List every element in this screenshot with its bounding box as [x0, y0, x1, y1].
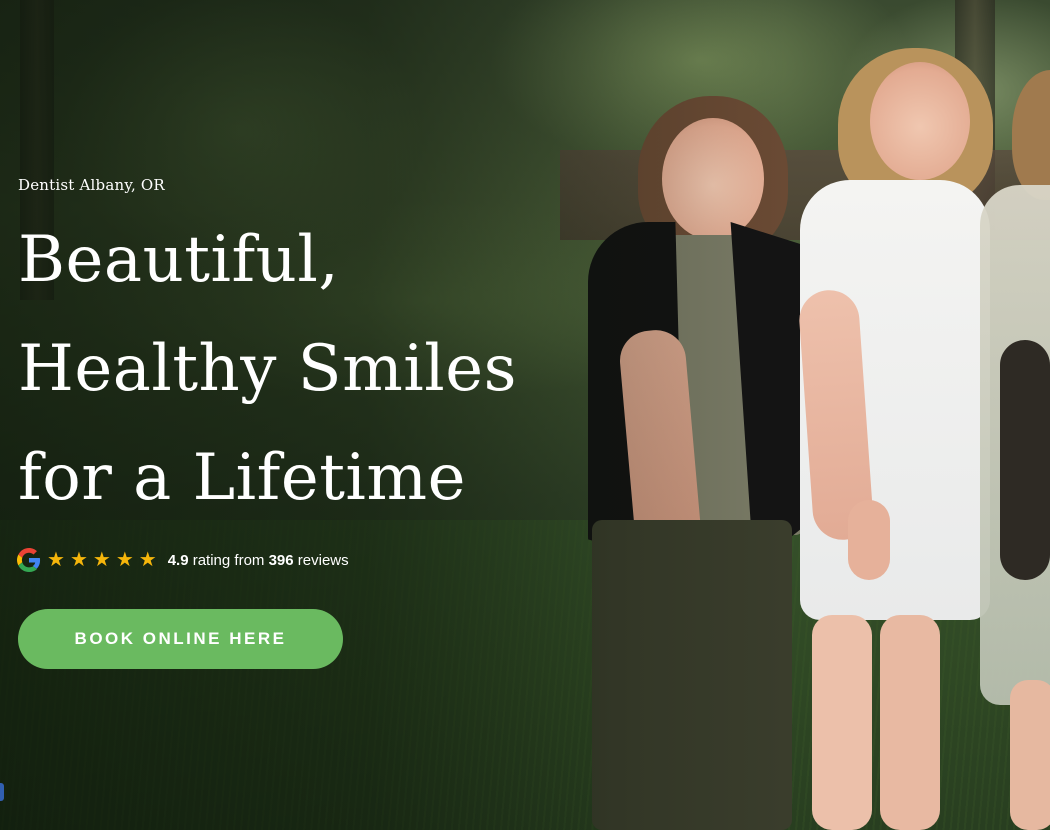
- google-rating[interactable]: ★ ★ ★ ★ ★ 4.9 rating from 396 reviews: [17, 548, 349, 572]
- star-icon: ★: [69, 549, 88, 571]
- star-icon: ★: [138, 549, 157, 571]
- review-count: 396: [268, 551, 294, 569]
- book-online-button[interactable]: BOOK ONLINE HERE: [18, 609, 343, 669]
- rating-text: 4.9 rating from 396 reviews: [168, 552, 349, 569]
- headline-line-1: Beautiful,: [18, 223, 340, 297]
- headline-line-2: Healthy Smiles: [18, 332, 517, 406]
- rating-score: 4.9: [167, 551, 189, 569]
- star-icon: ★: [92, 549, 111, 571]
- star-rating: ★ ★ ★ ★ ★: [47, 550, 162, 570]
- hero-headline: Beautiful, Healthy Smiles for a Lifetime: [18, 206, 517, 533]
- star-icon: ★: [47, 549, 65, 571]
- headline-line-3: for a Lifetime: [18, 441, 466, 515]
- star-icon: ★: [115, 549, 134, 571]
- location-tagline: Dentist Albany, OR: [18, 176, 165, 194]
- accessibility-tab[interactable]: [0, 783, 4, 801]
- rating-text-end: reviews: [293, 551, 349, 569]
- google-icon: [17, 548, 41, 572]
- hero-section: Dentist Albany, OR Beautiful, Healthy Sm…: [0, 0, 1050, 830]
- rating-text-mid: rating from: [188, 551, 269, 569]
